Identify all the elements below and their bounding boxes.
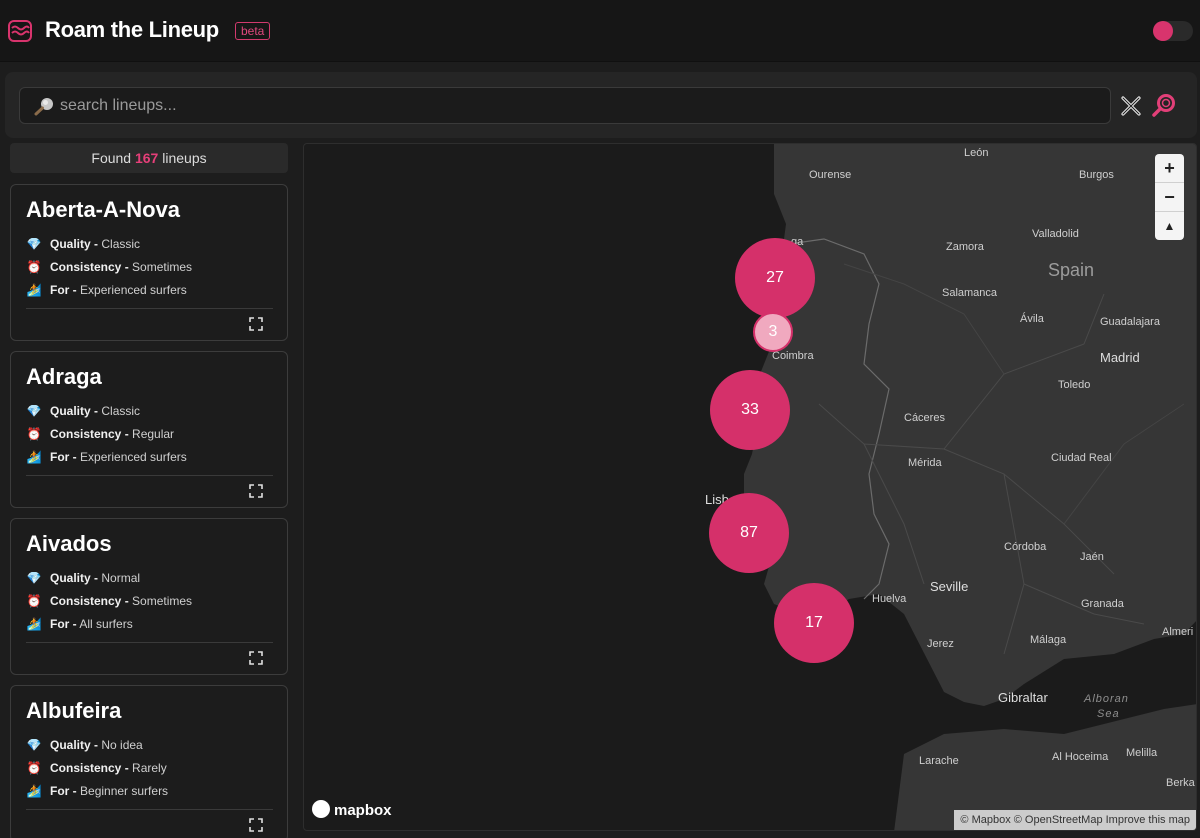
map-label-larache: Larache [919, 755, 959, 767]
results-number: 167 [134, 150, 159, 166]
lineup-card[interactable]: Albufeira 💎 Quality - No idea ⏰ Consistenc… [10, 685, 288, 838]
surfer-icon: 🏄 [26, 450, 42, 464]
results-prefix: Found [91, 150, 132, 166]
alarm-clock-icon: ⏰ [26, 427, 42, 441]
results-suffix: lineups [162, 150, 207, 166]
diamond-icon: 💎 [26, 237, 42, 251]
map-label-melilla: Melilla [1126, 747, 1158, 759]
map-label-alboran: Alboran [1084, 693, 1129, 705]
surfer-icon: 🏄 [26, 283, 42, 297]
app-title[interactable]: Roam the Lineup [45, 17, 219, 43]
card-divider [26, 642, 273, 643]
magnifier-icon[interactable] [1151, 93, 1177, 119]
map-label-burgos: Burgos [1079, 169, 1114, 181]
diamond-icon: 💎 [26, 571, 42, 585]
quality-row: 💎 Quality - No idea [26, 738, 143, 752]
map-cluster-marker[interactable]: 33 [710, 370, 790, 450]
toggle-knob [1153, 21, 1173, 41]
map-label-gibraltar: Gibraltar [998, 690, 1048, 705]
beta-badge: beta [235, 22, 271, 40]
map-label-caceres: Cáceres [904, 412, 945, 424]
zoom-in-button[interactable]: + [1155, 154, 1184, 182]
expand-icon[interactable] [249, 818, 263, 832]
map-cluster-marker[interactable]: 87 [709, 493, 789, 573]
surfer-icon: 🏄 [26, 784, 42, 798]
surfer-icon: 🏄 [26, 617, 42, 631]
mapbox-logo-icon [312, 800, 330, 819]
quality-row: 💎 Quality - Normal [26, 571, 141, 585]
consistency-row: ⏰ Consistency - Regular [26, 427, 175, 441]
search-input[interactable] [60, 88, 1100, 123]
map-attribution[interactable]: © Mapbox © OpenStreetMap Improve this ma… [954, 810, 1196, 830]
map-label-malaga: Málaga [1030, 634, 1067, 646]
consistency-row: ⏰ Consistency - Sometimes [26, 260, 193, 274]
map-view[interactable]: León Ourense Burgos ga Zamora Valladolid… [303, 143, 1197, 831]
map-label-madrid: Madrid [1100, 350, 1140, 365]
quality-row: 💎 Quality - Classic [26, 404, 141, 418]
lineup-card[interactable]: Aberta-A-Nova 💎 Quality - Classic ⏰ Consis… [10, 184, 288, 341]
consistency-row: ⏰ Consistency - Sometimes [26, 594, 193, 608]
map-label-ciudad-real: Ciudad Real [1051, 452, 1112, 464]
diamond-icon: 💎 [26, 738, 42, 752]
for-row: 🏄 For - All surfers [26, 617, 133, 631]
map-label-ourense: Ourense [809, 169, 852, 181]
map-label-zamora: Zamora [946, 241, 984, 253]
for-row: 🏄 For - Experienced surfers [26, 450, 187, 464]
alarm-clock-icon: ⏰ [26, 594, 42, 608]
alarm-clock-icon: ⏰ [26, 260, 42, 274]
map-label-spain: Spain [1048, 260, 1095, 280]
map-label-leon: León [964, 147, 989, 159]
search-panel [5, 72, 1197, 138]
map-label-guadalajara: Guadalajara [1100, 316, 1160, 328]
map-label-salamanca: Salamanca [942, 287, 998, 299]
map-label-berkane: Berka [1166, 777, 1195, 789]
map-label-cordoba: Córdoba [1004, 541, 1047, 553]
map-label-toledo: Toledo [1058, 379, 1091, 391]
lineup-card[interactable]: Aivados 💎 Quality - Normal ⏰ Consistency -… [10, 518, 288, 675]
lineup-name[interactable]: Albufeira [26, 698, 121, 724]
map-label-jaen: Jaén [1080, 551, 1104, 563]
consistency-row: ⏰ Consistency - Rarely [26, 761, 167, 775]
expand-icon[interactable] [249, 651, 263, 665]
map-cluster-marker[interactable]: 27 [735, 238, 815, 318]
map-label-sea: Sea [1097, 708, 1120, 720]
close-x-icon[interactable] [1119, 94, 1143, 118]
lineup-name[interactable]: Aivados [26, 531, 112, 557]
zoom-out-button[interactable]: − [1155, 183, 1184, 211]
compass-icon[interactable]: ▲ [1155, 212, 1184, 240]
map-label-huelva: Huelva [872, 593, 907, 605]
map-label-seville: Seville [930, 579, 969, 594]
map-label-almeria: Almeri [1162, 626, 1194, 638]
waves-icon[interactable] [8, 20, 32, 42]
diamond-icon: 💎 [26, 404, 42, 418]
for-row: 🏄 For - Experienced surfers [26, 283, 187, 297]
map-label-jerez: Jerez [927, 638, 954, 650]
expand-icon[interactable] [249, 317, 263, 331]
card-divider [26, 475, 273, 476]
results-count: Found 167 lineups [10, 143, 288, 173]
search-box[interactable] [19, 87, 1111, 124]
lineup-name[interactable]: Adraga [26, 364, 102, 390]
zoom-control: + − ▲ [1155, 154, 1184, 240]
card-divider [26, 809, 273, 810]
mapbox-logo[interactable]: mapbox [312, 800, 392, 820]
map-label-valladolid: Valladolid [1032, 228, 1079, 240]
app-header: Roam the Lineup beta [0, 0, 1200, 62]
map-cluster-marker[interactable]: 17 [774, 583, 854, 663]
search-icon [34, 98, 53, 116]
quality-row: 💎 Quality - Classic [26, 237, 141, 251]
map-label-avila: Ávila [1020, 313, 1044, 325]
map-label-al-hoceima: Al Hoceima [1052, 751, 1109, 763]
expand-icon[interactable] [249, 484, 263, 498]
map-label-granada: Granada [1081, 598, 1124, 610]
map-label-merida: Mérida [908, 457, 942, 469]
alarm-clock-icon: ⏰ [26, 761, 42, 775]
for-row: 🏄 For - Beginner surfers [26, 784, 169, 798]
lineup-name[interactable]: Aberta-A-Nova [26, 197, 180, 223]
card-divider [26, 308, 273, 309]
map-cluster-marker[interactable]: 3 [753, 312, 793, 352]
theme-toggle[interactable] [1153, 21, 1193, 41]
lineup-card[interactable]: Adraga 💎 Quality - Classic ⏰ Consistency -… [10, 351, 288, 508]
map-label-coimbra: Coimbra [772, 350, 814, 362]
